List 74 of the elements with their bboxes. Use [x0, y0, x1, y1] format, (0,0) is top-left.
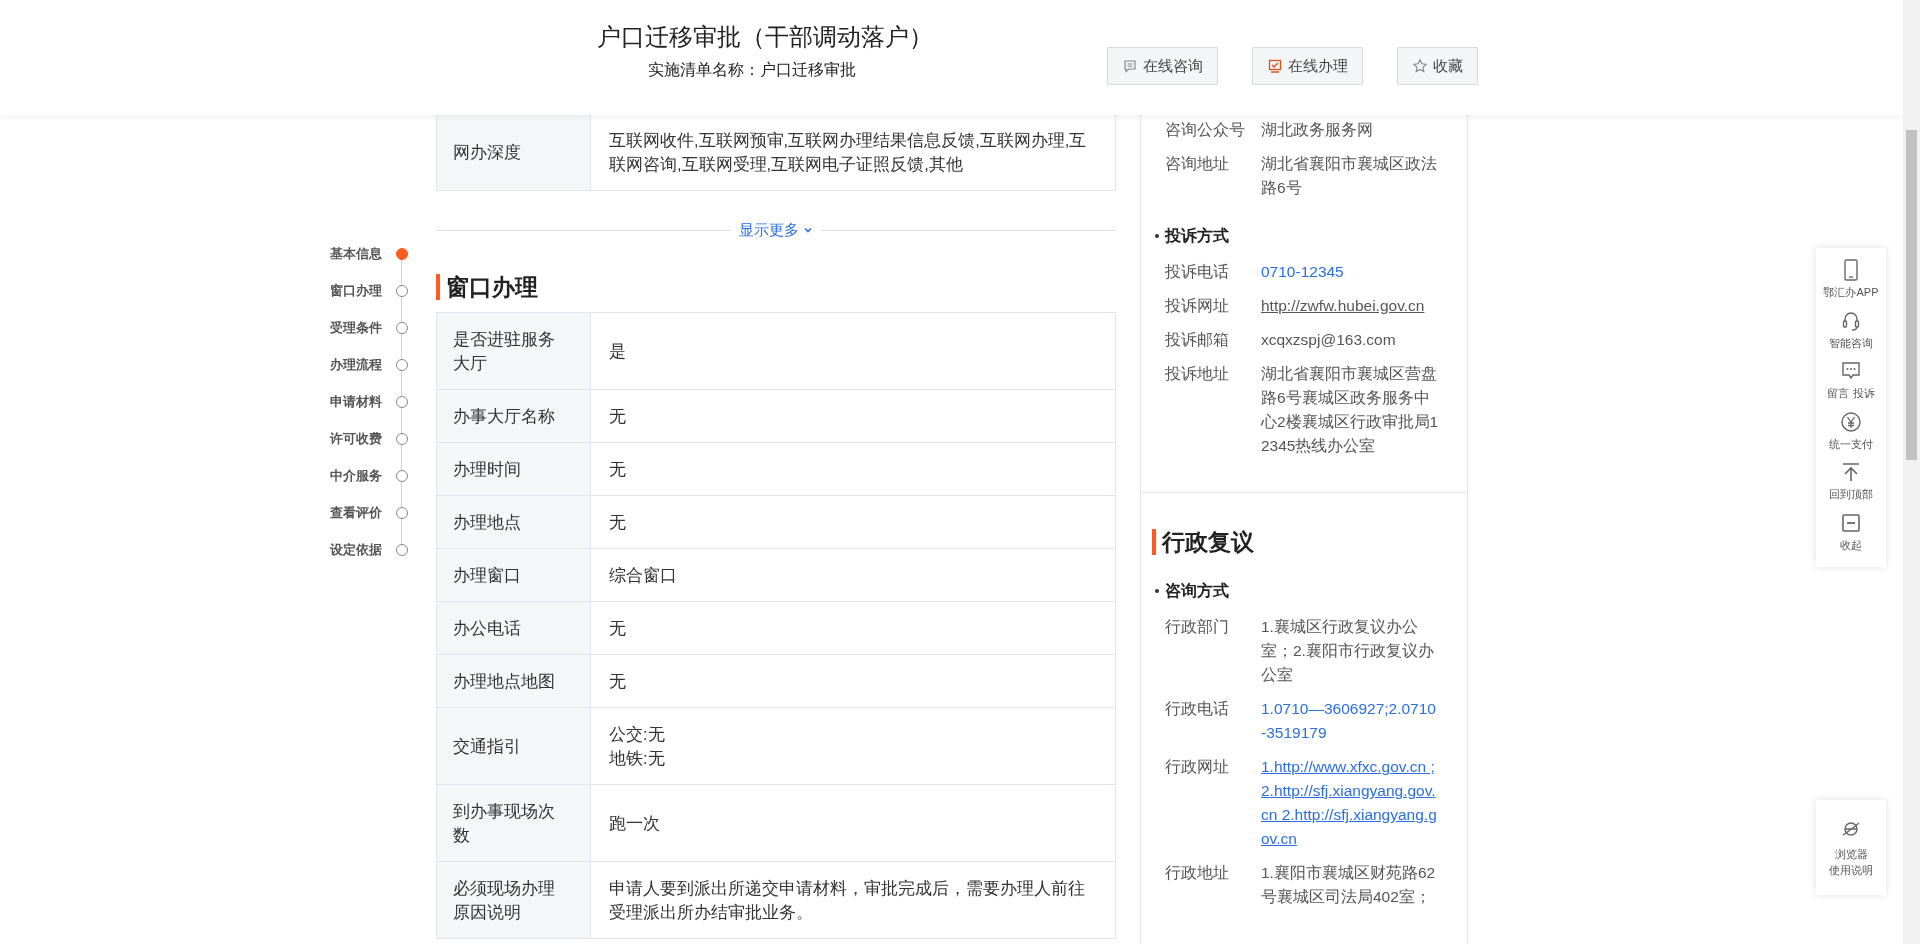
table-cell: 互联网收件,互联网预审,互联网办理结果信息反馈,互联网办理,互联网咨询,互联网受理,互联网电子证照反馈,其他 [590, 113, 1116, 191]
info-label: 投诉邮箱 [1165, 330, 1230, 350]
toolbar-button[interactable]: 收起 [1816, 510, 1886, 553]
toolbar-button[interactable]: 留言 投诉 [1816, 359, 1886, 402]
table-cell: 办理时间 [436, 442, 591, 495]
info-label: 投诉地址 [1165, 364, 1230, 384]
info-value: xcqxzspj@163.com [1261, 330, 1397, 350]
info-label: 投诉网址 [1165, 296, 1230, 316]
section-heading: 行政复议 [1152, 529, 1449, 555]
table-cell: 跑一次 [590, 784, 1116, 861]
toolbar-button[interactable]: 智能咨询 [1816, 308, 1886, 351]
info-value: 1.襄城区行政复议办公室；2.襄阳市行政复议办公室 [1261, 617, 1435, 685]
toolbar-button[interactable]: 统一支付 [1816, 409, 1886, 452]
table-cell: 无 [590, 654, 1116, 707]
table-cell: 无 [590, 389, 1116, 442]
nav-link[interactable]: 申请材料 [330, 391, 396, 412]
url-link[interactable]: 1.http://www.xfxc.gov.cn ;2.http://sfj.xiangyang.gov.cn 2.http://sfj.xiangyang.gov.cn [1261, 755, 1441, 851]
cell-line: 公交:无 [609, 723, 666, 745]
cell-line: 地铁:无 [609, 747, 666, 769]
table-cell: 必须现场办理原因说明 [436, 861, 591, 938]
nav-link[interactable]: 许可收费 [330, 428, 396, 449]
info-value: 湖北省襄阳市襄城区营盘路6号襄城区政务服务中心2楼襄城区行政审批局12345热线办公室 [1261, 364, 1440, 456]
info-label: 行政部门 [1165, 617, 1230, 637]
table-cell: 是否进驻服务大厅 [436, 312, 591, 389]
group-heading: 咨询方式 [1165, 581, 1229, 601]
header-button[interactable]: 在线咨询 [1107, 47, 1218, 85]
info-value: 湖北省襄阳市襄城区政法路6号 [1261, 154, 1438, 198]
group-heading: 投诉方式 [1165, 226, 1229, 246]
page-title: 户口迁移审批（干部调动落户） [597, 22, 933, 52]
info-label: 行政电话 [1165, 699, 1230, 719]
browser-help-button[interactable]: 浏览器 使用说明 [1816, 800, 1886, 895]
nav-link[interactable]: 基本信息 [330, 243, 396, 264]
table-cell: 无 [590, 601, 1116, 654]
table-cell: 办公电话 [436, 601, 591, 654]
nav-link[interactable]: 受理条件 [330, 317, 396, 338]
chat-icon [1122, 58, 1138, 74]
table-cell: 是 [590, 312, 1116, 389]
table-cell: 到办事现场次数 [436, 784, 591, 861]
table-cell: 办理地点地图 [436, 654, 591, 707]
page-subtitle: 实施清单名称：户口迁移审批 [648, 60, 857, 80]
phone-number: 0710-12345 [1261, 262, 1345, 282]
info-label: 行政网址 [1165, 757, 1230, 777]
info-value: 1.襄阳市襄城区财苑路62号襄城区司法局402室； [1261, 863, 1437, 907]
header-button[interactable]: 在线办理 [1252, 47, 1363, 85]
table-cell: 办理地点 [436, 495, 591, 548]
star-icon [1412, 58, 1428, 74]
nav-link[interactable]: 查看评价 [330, 502, 396, 523]
show-more-link[interactable]: 显示更多 [731, 219, 821, 242]
toolbar-button[interactable]: 回到顶部 [1816, 460, 1886, 503]
table-cell: 综合窗口 [590, 548, 1116, 601]
table-cell: 申请人要到派出所递交申请材料，审批完成后，需要办理人前往受理派出所办结审批业务。 [590, 861, 1116, 938]
table-cell: 网办深度 [436, 113, 591, 191]
nav-link[interactable]: 办理流程 [330, 354, 396, 375]
nav-link[interactable]: 窗口办理 [330, 280, 396, 301]
section-heading: 窗口办理 [436, 273, 1116, 300]
scrollbar[interactable] [1903, 0, 1920, 944]
table-cell: 办理窗口 [436, 548, 591, 601]
phone-number: 1.0710—3606927;2.0710-3519179 [1261, 699, 1437, 743]
table-cell: 交通指引 [436, 707, 591, 784]
url-link[interactable]: http://zwfw.hubei.gov.cn [1261, 294, 1441, 318]
yen-icon [1839, 409, 1863, 434]
toolbar-button[interactable]: 鄂汇办APP [1816, 258, 1886, 301]
table-cell: 无 [590, 495, 1116, 548]
info-label: 投诉电话 [1165, 262, 1230, 282]
nav-link[interactable]: 设定依据 [330, 539, 396, 560]
monitor-check-icon [1267, 58, 1283, 74]
info-value: 湖北政务服务网 [1261, 120, 1374, 140]
header-button[interactable]: 收藏 [1397, 47, 1478, 85]
nav-link[interactable]: 中介服务 [330, 465, 396, 486]
info-label: 咨询地址 [1165, 154, 1230, 174]
info-label: 咨询公众号 [1165, 120, 1246, 140]
info-label: 行政地址 [1165, 863, 1230, 883]
table-cell: 办事大厅名称 [436, 389, 591, 442]
table-cell: 无 [590, 442, 1116, 495]
